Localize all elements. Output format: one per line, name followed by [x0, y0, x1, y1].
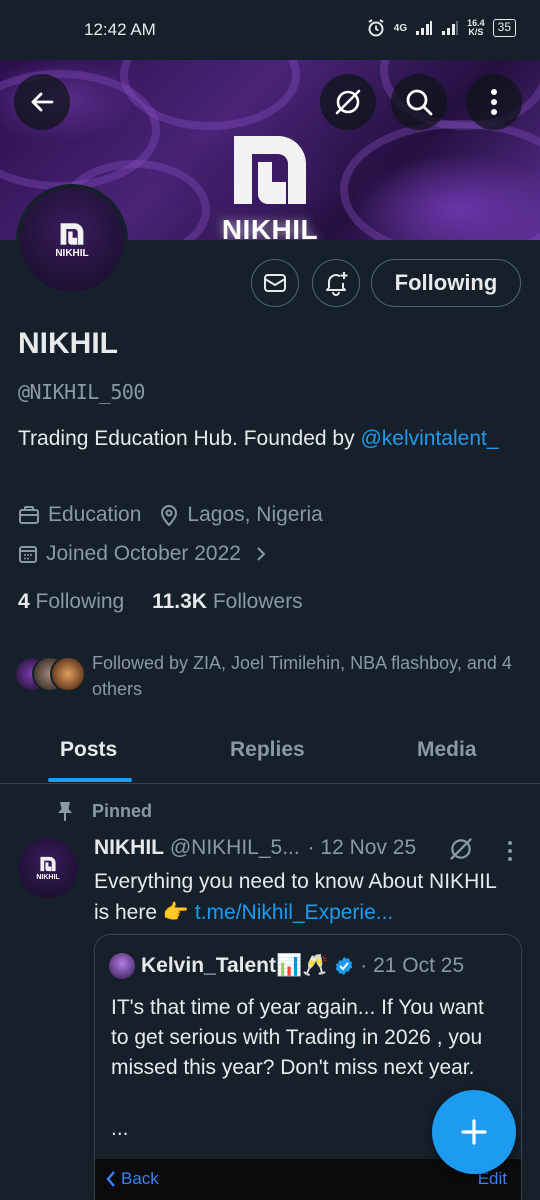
tab-posts[interactable]: Posts [60, 738, 117, 762]
avatar-text: NIKHIL [36, 873, 60, 881]
followed-by-avatars[interactable] [14, 656, 86, 692]
verified-badge-icon [336, 957, 353, 975]
profile-joined: Joined October 2022 [46, 542, 241, 565]
briefcase-icon [19, 506, 39, 524]
follow-counts: 4 Following 11.3K Followers [18, 590, 303, 614]
location-icon [161, 505, 178, 526]
tweet-text: Everything you need to know About NIKHIL… [94, 866, 514, 928]
more-vertical-icon [491, 89, 497, 115]
profile-meta-row: Education Lagos, Nigeria [18, 503, 323, 527]
profile-bio: Trading Education Hub. Founded by @kelvi… [18, 424, 518, 454]
alarm-icon [368, 19, 384, 37]
avatar [50, 656, 86, 692]
profile-location: Lagos, Nigeria [187, 503, 323, 526]
active-tab-indicator [48, 778, 132, 782]
compose-button[interactable] [432, 1090, 516, 1174]
profile-category: Education [48, 503, 142, 526]
profile-name: NIKHIL [18, 327, 118, 360]
quoted-tweet-header: Kelvin_Talent📊🥂 · 21 Oct 25 [109, 953, 464, 979]
brand-logo-icon [234, 136, 306, 204]
network-type: 4G [393, 22, 408, 34]
bio-mention-link[interactable]: @kelvintalent_ [360, 427, 498, 450]
more-options-button[interactable] [466, 74, 522, 130]
network-speed: 16.4 K/S [467, 18, 485, 37]
brand-logo-icon [40, 856, 56, 871]
slash-circle-icon[interactable] [448, 836, 474, 862]
bell-plus-icon [326, 272, 348, 296]
profile-handle: @NIKHIL_500 [18, 380, 145, 404]
status-time: 12:42 AM [84, 20, 156, 39]
grok-button[interactable] [320, 74, 376, 130]
tweet-author-name[interactable]: NIKHIL [94, 836, 164, 859]
pinned-label: Pinned [56, 800, 152, 822]
profile-avatar[interactable]: NIKHIL [16, 184, 128, 296]
signal-icon-2 [442, 21, 459, 35]
quoted-date: · 21 Oct 25 [360, 954, 465, 977]
avatar [109, 953, 135, 979]
tab-replies[interactable]: Replies [230, 738, 305, 762]
battery-indicator: 35 [492, 19, 516, 37]
back-button[interactable] [14, 74, 70, 130]
slash-circle-icon [335, 89, 361, 115]
plus-icon [461, 1119, 487, 1145]
profile-tabs: Posts Replies Media [0, 718, 540, 784]
calendar-icon [19, 546, 37, 563]
status-bar: 12:42 AM 4G 16.4 K/S 35 [0, 0, 540, 60]
chevron-right-icon [257, 547, 266, 561]
avatar-text: NIKHIL [55, 247, 89, 259]
followed-by-text[interactable]: Followed by ZIA, Joel Timilehin, NBA fla… [92, 650, 522, 702]
message-button[interactable] [251, 259, 299, 307]
media-back-label: Back [105, 1169, 159, 1189]
tweet-link[interactable]: t.me/Nikhil_Experie... [195, 901, 393, 924]
followers-count-link[interactable]: 11.3K Followers [152, 590, 303, 613]
profile-joined-row[interactable]: Joined October 2022 [18, 542, 267, 566]
pin-icon [58, 802, 72, 821]
following-button[interactable]: Following [371, 259, 521, 307]
status-icons: 4G 16.4 K/S 35 [366, 18, 516, 38]
chevron-left-icon [106, 1171, 115, 1187]
tweet-avatar[interactable]: NIKHIL [18, 838, 78, 898]
quoted-ellipsis: ... [111, 1117, 129, 1140]
tweet-author-handle[interactable]: @NIKHIL_5... [170, 836, 300, 859]
more-vertical-icon[interactable] [506, 840, 514, 862]
search-button[interactable] [391, 74, 447, 130]
tweet-header: NIKHIL @NIKHIL_5... · 12 Nov 25 [94, 836, 416, 860]
signal-icon [416, 21, 433, 35]
notifications-button[interactable] [312, 259, 360, 307]
following-count-link[interactable]: 4 Following [18, 590, 124, 613]
brand-logo-icon [60, 222, 84, 245]
tweet-date[interactable]: · 12 Nov 25 [308, 836, 417, 859]
search-icon [406, 89, 433, 116]
bio-text: Trading Education Hub. Founded by [18, 427, 355, 450]
arrow-left-icon [31, 92, 54, 112]
quoted-text: IT's that time of year again... If You w… [111, 996, 484, 1079]
quoted-author-name: Kelvin_Talent📊🥂 [141, 954, 329, 977]
tab-media[interactable]: Media [417, 738, 477, 762]
mail-icon [264, 274, 286, 292]
